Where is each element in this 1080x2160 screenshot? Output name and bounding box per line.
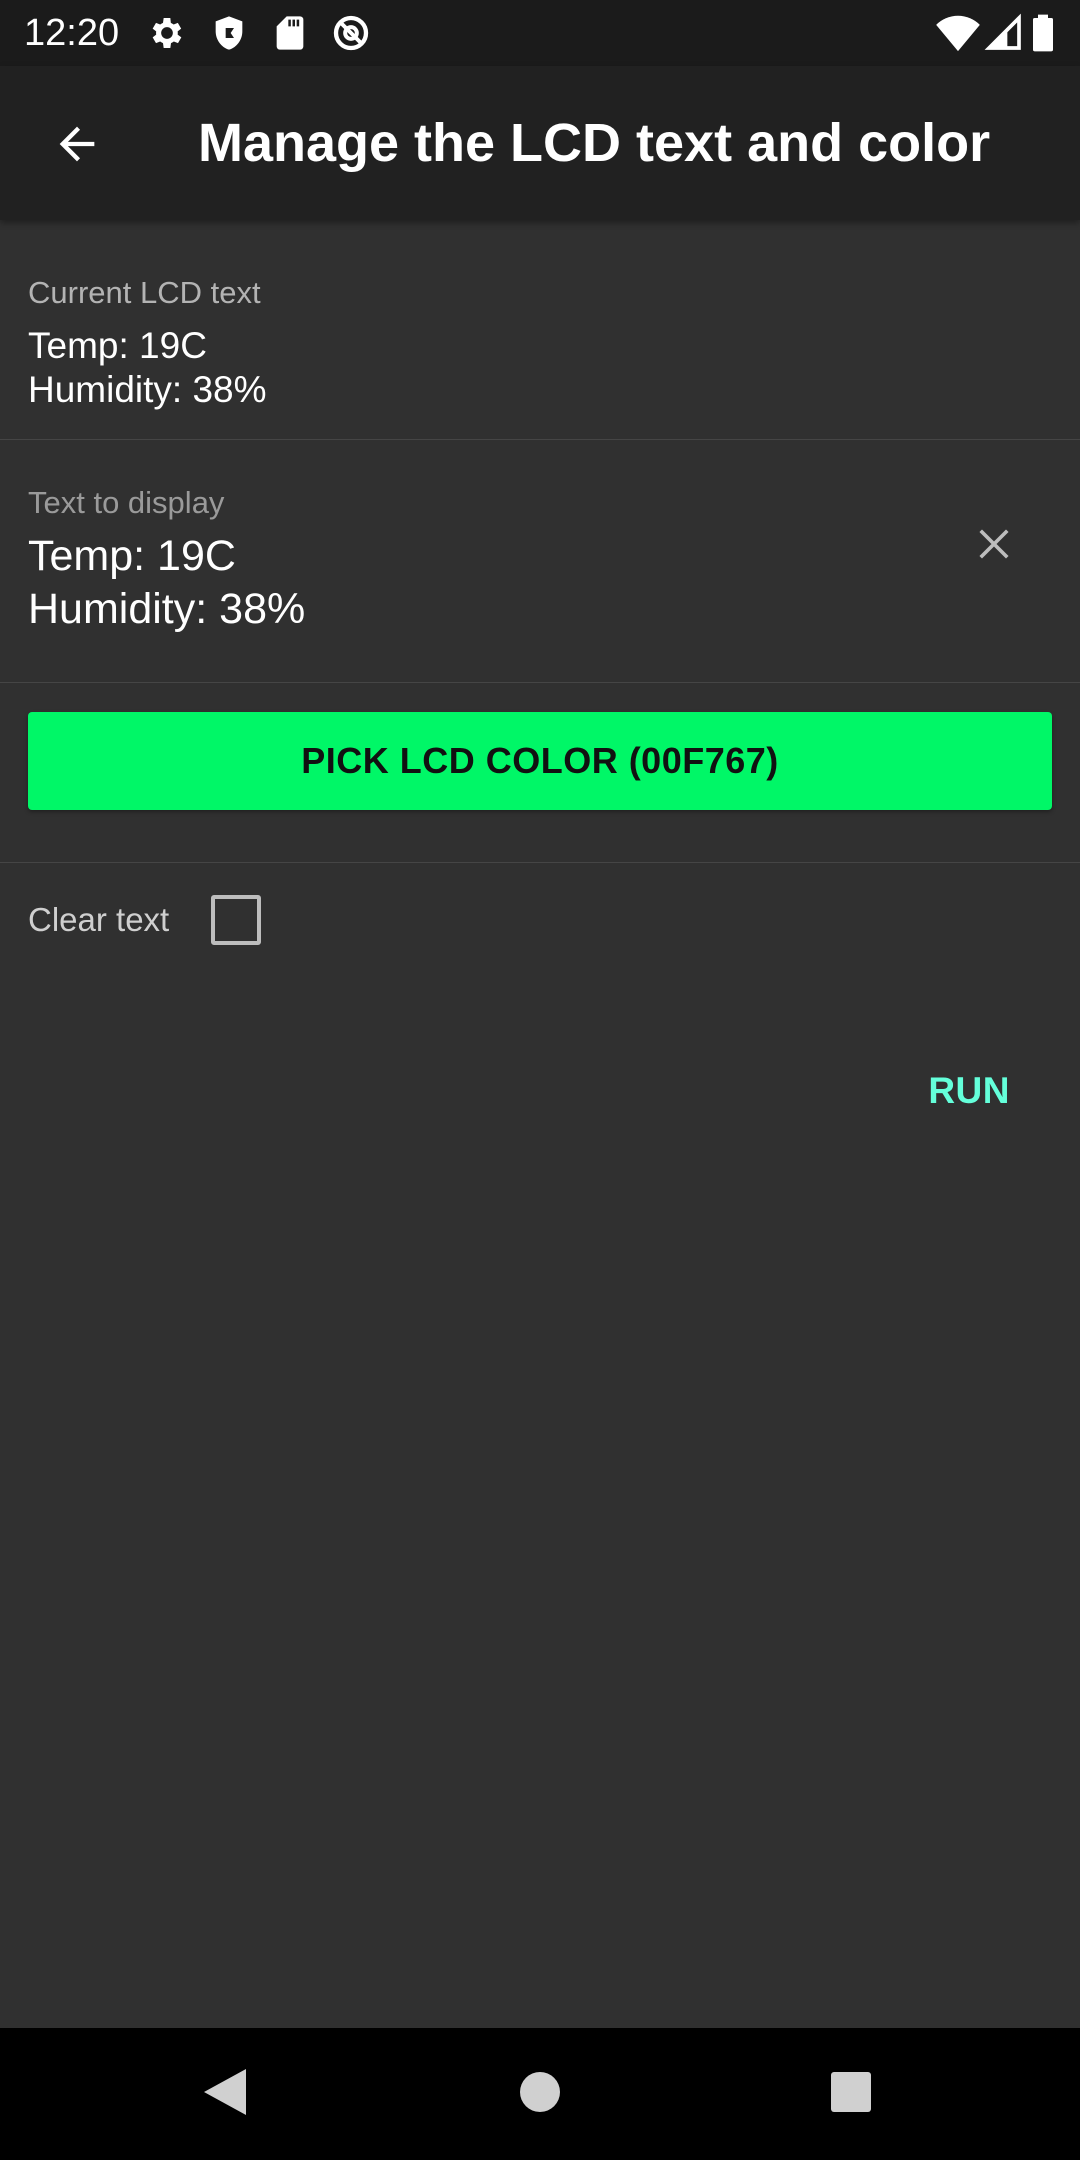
shield-icon xyxy=(209,13,249,53)
text-to-display-line1[interactable]: Temp: 19C xyxy=(28,530,236,583)
back-triangle-icon xyxy=(202,2067,248,2122)
status-bar: 12:20 xyxy=(0,0,1080,66)
wifi-icon xyxy=(936,13,980,53)
current-lcd-line1: Temp: 19C xyxy=(28,325,207,366)
system-nav-bar xyxy=(0,2028,1080,2160)
nav-back-button[interactable] xyxy=(189,2058,261,2130)
text-to-display-line2[interactable]: Humidity: 38% xyxy=(28,583,305,636)
status-time: 12:20 xyxy=(24,12,120,54)
run-button[interactable]: RUN xyxy=(920,1058,1018,1124)
sd-card-icon xyxy=(270,13,310,53)
clear-input-button[interactable] xyxy=(968,520,1020,572)
arrow-left-icon xyxy=(51,118,103,175)
clear-text-label: Clear text xyxy=(28,901,170,938)
clear-text-checkbox[interactable] xyxy=(211,895,262,945)
pick-lcd-color-label: PICK LCD COLOR (00F767) xyxy=(301,740,779,781)
close-icon xyxy=(976,526,1012,567)
current-lcd-label: Current LCD text xyxy=(28,275,261,310)
main-content: Current LCD text Temp: 19C Humidity: 38%… xyxy=(0,220,1080,2028)
app-bar: Manage the LCD text and color xyxy=(0,66,1080,220)
current-lcd-line2: Humidity: 38% xyxy=(28,369,267,410)
cell-signal-icon xyxy=(984,13,1024,53)
back-button[interactable] xyxy=(42,111,112,181)
current-lcd-section: Current LCD text Temp: 19C Humidity: 38% xyxy=(0,220,1080,440)
pick-lcd-color-button[interactable]: PICK LCD COLOR (00F767) xyxy=(28,712,1052,810)
recents-square-icon xyxy=(829,2070,873,2119)
battery-icon xyxy=(1030,13,1060,53)
run-label: RUN xyxy=(928,1070,1010,1111)
text-to-display-field[interactable]: Text to display Temp: 19C Humidity: 38% xyxy=(0,440,1080,683)
text-to-display-hint: Text to display xyxy=(28,485,225,520)
gear-icon xyxy=(147,13,187,53)
clear-text-row: Clear text xyxy=(28,892,262,948)
page-title: Manage the LCD text and color xyxy=(198,113,991,173)
nav-recents-button[interactable] xyxy=(815,2058,887,2130)
nav-home-button[interactable] xyxy=(504,2058,576,2130)
at-sign-icon xyxy=(331,13,371,53)
home-circle-icon xyxy=(518,2070,562,2119)
